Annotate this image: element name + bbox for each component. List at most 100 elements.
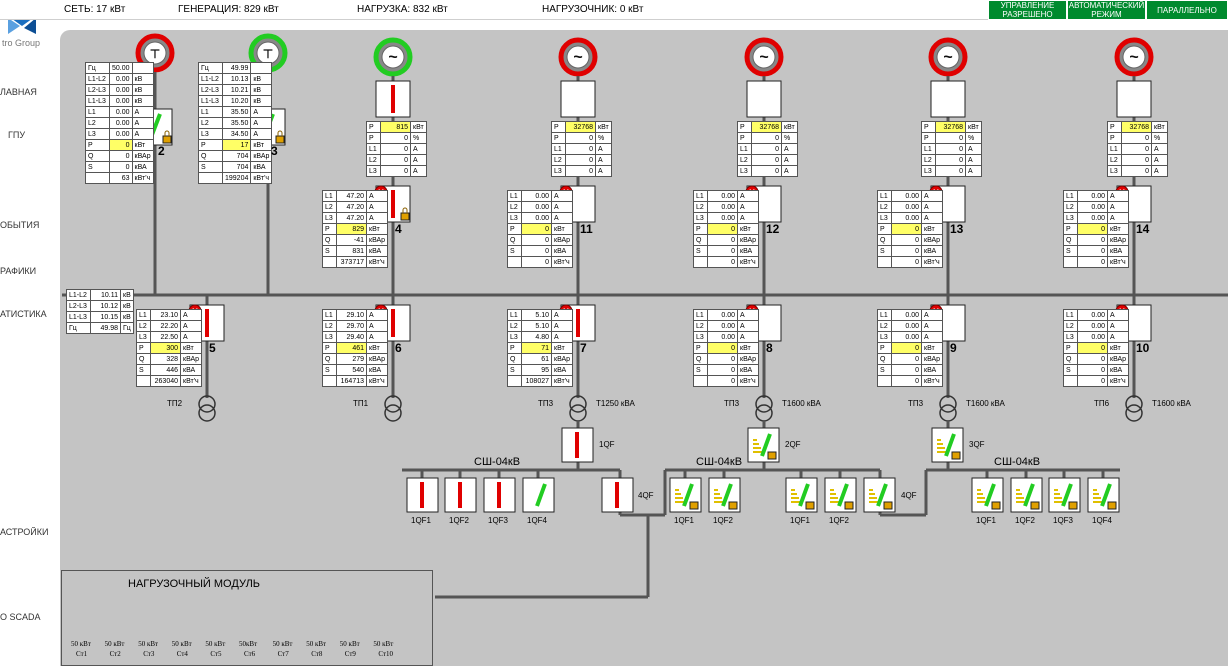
meter-param: L3 <box>877 212 892 224</box>
nav-scada[interactable]: O SCADA <box>0 612 58 622</box>
control-allowed-button[interactable]: УПРАВЛЕНИЕ РАЗРЕШЕНО <box>988 0 1067 20</box>
substation-label-6: ТП1 <box>353 399 369 408</box>
meter-value: 540 <box>336 364 367 376</box>
meter-unit: A <box>365 190 389 202</box>
meter-row: L1 0 A <box>921 143 982 155</box>
generator-13-glyph-icon: ~ <box>943 49 952 66</box>
meter-value: 32768 <box>935 121 966 133</box>
grid-input-2-glyph-icon: ⊤ <box>150 47 160 61</box>
meter-row: L1-L2 10.11 кВ <box>66 289 134 301</box>
meter-value: 0 <box>707 245 738 257</box>
meter-row: L3 0.00 A <box>877 212 944 224</box>
generator-meter-4: P 815 кВт P 0% L1 0 A L2 0 A L3 0 A <box>366 121 427 177</box>
generator-breaker-meter-13: L1 0.00 A L2 0.00 A L3 0.00 A P 0 кВт Q 0 кВАр S 0 кВА 0 кВ… <box>877 190 944 268</box>
meter-value: 0.00 <box>1077 201 1108 213</box>
meter-param: P <box>1107 121 1122 133</box>
nav-gpu[interactable]: ГПУ <box>8 130 66 140</box>
meter-row: L2 0 A <box>737 154 798 166</box>
meter-unit: A <box>1106 320 1130 332</box>
lv-bus-label-a: СШ-04кВ <box>474 456 521 468</box>
parallel-button[interactable]: ПАРАЛЛЕЛЬНО <box>1146 0 1228 20</box>
meter-row: P 0% <box>921 132 982 144</box>
lv-group-a-1QF4[interactable] <box>522 477 555 513</box>
meter-unit: кВА <box>736 364 760 376</box>
meter-unit: кВт <box>595 121 612 133</box>
meter-value: 0.00 <box>707 212 738 224</box>
generator-unit-13[interactable] <box>930 80 966 118</box>
meter-value: 300 <box>150 342 181 354</box>
meter-param: L1-L2 <box>85 73 110 85</box>
meter-value: 0 <box>891 234 922 246</box>
meter-param: P <box>507 223 522 235</box>
meter-value: 0 <box>380 154 411 166</box>
meter-value: 47.20 <box>336 201 367 213</box>
meter-row: P 32768 кВт <box>921 121 982 133</box>
meter-row: L3 0.00 A <box>1063 212 1130 224</box>
meter-value: 373717 <box>336 256 367 268</box>
meter-param <box>507 375 522 387</box>
nav-graphs[interactable]: РАФИКИ <box>0 266 58 276</box>
meter-row: L2 0.00 A <box>85 117 154 129</box>
meter-param: Q <box>507 234 522 246</box>
meter-value: 0.00 <box>109 95 133 107</box>
meter-value: 0 <box>707 234 738 246</box>
meter-row: Q 0 кВАр <box>877 353 944 365</box>
nav-main[interactable]: ЛАВНАЯ <box>0 87 58 97</box>
meter-param: P <box>85 139 110 151</box>
meter-row: Гц 50.00 <box>85 62 154 74</box>
generator-breaker-meter-11: L1 0.00 A L2 0.00 A L3 0.00 A P 0 кВт Q 0 кВАр S 0 кВА 0 кВ… <box>507 190 574 268</box>
meter-row: 373717 кВт'ч <box>322 256 389 268</box>
feeder-meter-5: L1 23.10 A L2 22.20 A L3 22.50 A P 300 кВт Q 328 кВАр S… <box>136 309 203 387</box>
meter-value: 5.10 <box>521 309 552 321</box>
bus-meter: L1-L2 10.11 кВ L2-L3 10.12 кВ L1-L3 10.15 кВ Гц 49… <box>66 289 134 334</box>
nav-settings[interactable]: АСТРОЙКИ <box>0 527 58 537</box>
meter-row: 0 кВт'ч <box>877 256 944 268</box>
meter-row: S 95 кВА <box>507 364 574 376</box>
meter-row: 0 кВт'ч <box>1063 375 1130 387</box>
meter-value: 35.50 <box>221 117 252 129</box>
nav-statistics[interactable]: АТИСТИКА <box>0 309 58 319</box>
meter-param: P <box>322 342 337 354</box>
meter-unit: кВА <box>1106 364 1130 376</box>
meter-value: 22.50 <box>150 331 181 343</box>
meter-unit: A <box>965 165 982 177</box>
auto-mode-button[interactable]: АВТОМАТИЧЕСКИЙ РЕЖИМ <box>1067 0 1146 20</box>
meter-unit: кВт <box>365 342 389 354</box>
meter-param: P <box>737 121 752 133</box>
lv-group-d-label-2: 1QF3 <box>1053 516 1074 525</box>
meter-row: Q 0 кВАр <box>693 234 760 246</box>
meter-row: L2 0.00 A <box>877 320 944 332</box>
meter-unit: A <box>781 143 798 155</box>
meter-param: L2-L3 <box>198 84 223 96</box>
generator-meter-11: P 32768 кВт P 0% L1 0 A L2 0 A L3 0 A <box>551 121 612 177</box>
load-step-label-1: Ст1 <box>76 650 88 658</box>
meter-unit: A <box>965 143 982 155</box>
feeder-meter-8: L1 0.00 A L2 0.00 A L3 0.00 A P 0 кВт Q 0 кВАр S 0 кВА 0 кВ… <box>693 309 760 387</box>
meter-row: Q 279 кВАр <box>322 353 389 365</box>
meter-unit: A <box>179 309 203 321</box>
meter-row: P 0 кВт <box>85 139 154 151</box>
load-step-power-6: 50кВт <box>239 640 258 648</box>
meter-param: Q <box>85 150 110 162</box>
meter-row: L2 0 A <box>551 154 612 166</box>
meter-value: 0 <box>707 353 738 365</box>
meter-param: Q <box>136 353 151 365</box>
transformer-rating-9: Т1600 кВА <box>966 399 1005 408</box>
generator-unit-11[interactable] <box>560 80 596 118</box>
meter-row: P 0 кВт <box>693 342 760 354</box>
generator-unit-14[interactable] <box>1116 80 1152 118</box>
meter-param: L1 <box>85 106 110 118</box>
meter-value: 279 <box>336 353 367 365</box>
meter-value: 829 <box>336 223 367 235</box>
generator-unit-12[interactable] <box>746 80 782 118</box>
nav-events[interactable]: ОБЫТИЯ <box>0 220 58 230</box>
lv-tie-label-b: 4QF <box>901 491 917 500</box>
lv-group-d-1QF1-lock-icon <box>991 501 1001 510</box>
meter-param: L2 <box>877 201 892 213</box>
meter-value: 0 <box>891 353 922 365</box>
transformer-10-winding <box>1125 404 1143 422</box>
meter-row: S 0 кВА <box>693 364 760 376</box>
meter-unit: A <box>781 165 798 177</box>
meter-unit: кВАр <box>250 150 273 162</box>
meter-unit: кВт <box>736 342 760 354</box>
